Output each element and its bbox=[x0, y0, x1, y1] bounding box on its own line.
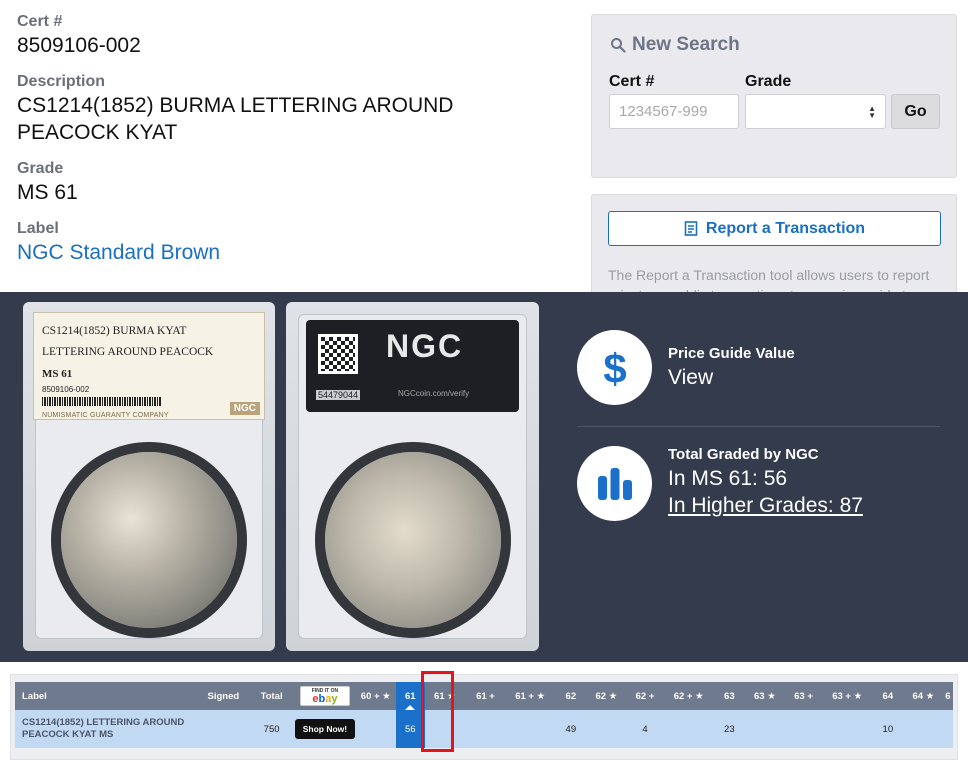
column-header: 62 + ★ bbox=[664, 682, 714, 710]
slab-back-number: 54479044 bbox=[316, 390, 361, 400]
column-header: Total bbox=[248, 682, 295, 710]
receipt-icon bbox=[684, 221, 698, 236]
in-grade-count: In MS 61: 56 bbox=[668, 467, 788, 490]
column-header: 61 + bbox=[465, 682, 506, 710]
grade-count-cell bbox=[505, 710, 555, 748]
column-header: 62 bbox=[554, 682, 588, 710]
slab-back-label: NGC 54479044 NGCcoin.com/verify bbox=[306, 320, 519, 412]
price-guide-circle: $ bbox=[577, 330, 652, 405]
column-header: 6 bbox=[942, 682, 953, 710]
ngc-logo-large: NGC bbox=[386, 328, 464, 364]
description-label: Description bbox=[17, 73, 106, 90]
cert-number-input[interactable] bbox=[609, 94, 739, 129]
population-table: Label Signed Total FIND IT ON ebay 60 + ★ 61 61… bbox=[15, 682, 953, 748]
row-signed bbox=[197, 710, 249, 748]
search-icon bbox=[611, 38, 626, 53]
barcode-icon bbox=[42, 397, 162, 406]
grade-count-cell bbox=[822, 710, 872, 748]
grade-count-cell bbox=[784, 710, 823, 748]
column-header: 62 + bbox=[625, 682, 665, 710]
slab-line-1: CS1214(1852) BURMA KYAT bbox=[42, 325, 187, 337]
column-header: 60 + ★ bbox=[355, 682, 397, 710]
ngc-logo-small: NGC bbox=[229, 402, 260, 415]
description-value: CS1214(1852) BURMA LETTERING AROUND PEAC… bbox=[17, 94, 454, 144]
peacock-coin-obverse bbox=[61, 452, 237, 628]
shop-cell: Shop Now! bbox=[294, 710, 356, 748]
grade-count-cell: 4 bbox=[625, 710, 665, 748]
grade-count-cell bbox=[904, 710, 943, 748]
report-transaction-button[interactable]: Report a Transaction bbox=[608, 211, 941, 246]
grade-label: Grade bbox=[17, 160, 64, 177]
stats-divider bbox=[577, 426, 940, 427]
grade-count-cell bbox=[745, 710, 785, 748]
column-header: 63 + bbox=[784, 682, 823, 710]
qr-code-icon bbox=[318, 334, 358, 374]
ebay-logo[interactable]: FIND IT ON ebay bbox=[294, 682, 356, 710]
price-guide-view-link[interactable]: View bbox=[668, 366, 713, 390]
grade-count-cell bbox=[664, 710, 714, 748]
search-grade-label: Grade bbox=[745, 73, 792, 90]
grade-select[interactable]: ▲ ▼ bbox=[745, 94, 886, 129]
coin-back-image[interactable]: NGC 54479044 NGCcoin.com/verify bbox=[286, 302, 539, 651]
grade-count-cell: 56 bbox=[396, 710, 425, 748]
population-report: Label Signed Total FIND IT ON ebay 60 + ★ 61 61… bbox=[10, 674, 958, 760]
dollar-icon: $ bbox=[603, 346, 626, 390]
grade-count-cell: 10 bbox=[871, 710, 905, 748]
column-header: 61 bbox=[396, 682, 425, 710]
total-graded-circle bbox=[577, 446, 652, 521]
svg-text:$: $ bbox=[603, 346, 626, 390]
new-search-title-text: New Search bbox=[632, 34, 740, 55]
row-description: CS1214(1852) LETTERING AROUND PEACOCK KY… bbox=[15, 710, 198, 748]
cert-number-value: 8509106-002 bbox=[17, 34, 141, 57]
column-header: 63 ★ bbox=[745, 682, 785, 710]
price-guide-title: Price Guide Value bbox=[668, 345, 795, 362]
select-arrows-icon: ▲ ▼ bbox=[868, 104, 876, 120]
coin-showcase-band: CS1214(1852) BURMA KYAT LETTERING AROUND… bbox=[0, 292, 968, 662]
column-header: Label bbox=[15, 682, 198, 710]
cert-details: Cert # 8509106-002 Description CS1214(18… bbox=[17, 12, 557, 279]
report-transaction-label: Report a Transaction bbox=[705, 219, 866, 237]
table-row: CS1214(1852) LETTERING AROUND PEACOCK KY… bbox=[15, 710, 953, 748]
label-value-link[interactable]: NGC Standard Brown bbox=[17, 239, 557, 266]
column-header: 61 + ★ bbox=[505, 682, 555, 710]
grade-value: MS 61 bbox=[17, 181, 78, 204]
slab-grade: MS 61 bbox=[42, 368, 73, 380]
slab-line-2: LETTERING AROUND PEACOCK bbox=[42, 346, 214, 358]
shop-now-button[interactable]: Shop Now! bbox=[294, 719, 356, 739]
bar-chart-icon bbox=[597, 467, 632, 500]
row-total: 750 bbox=[248, 710, 295, 748]
column-header: 64 ★ bbox=[904, 682, 943, 710]
grade-count-cell: 49 bbox=[554, 710, 588, 748]
slab-cert: 8509106-002 bbox=[42, 385, 90, 394]
coin-reverse bbox=[324, 452, 501, 628]
slab-company: NUMISMATIC GUARANTY COMPANY bbox=[42, 412, 169, 419]
cert-number-label: Cert # bbox=[17, 13, 63, 30]
grade-count-cell bbox=[424, 710, 466, 748]
label-label: Label bbox=[17, 220, 59, 237]
grade-count-cell bbox=[465, 710, 506, 748]
population-header-row: Label Signed Total FIND IT ON ebay 60 + ★ 61 61… bbox=[15, 682, 953, 710]
slab-verify-url: NGCcoin.com/verify bbox=[398, 389, 470, 398]
grade-count-cell bbox=[355, 710, 397, 748]
total-graded-title: Total Graded by NGC bbox=[668, 446, 819, 463]
new-search-panel: New Search Cert # Grade ▲▼ Go bbox=[591, 14, 957, 178]
grade-count-cell bbox=[587, 710, 626, 748]
go-button[interactable]: Go bbox=[891, 94, 940, 129]
coin-front-image[interactable]: CS1214(1852) BURMA KYAT LETTERING AROUND… bbox=[23, 302, 275, 651]
grade-count-cell bbox=[942, 710, 953, 748]
report-transaction-panel: Report a Transaction The Report a Transa… bbox=[591, 194, 957, 304]
higher-grades-link[interactable]: In Higher Grades: 87 bbox=[668, 494, 863, 518]
new-search-title: New Search bbox=[610, 34, 740, 56]
search-cert-label: Cert # bbox=[609, 73, 655, 90]
column-header: 63 bbox=[713, 682, 746, 710]
slab-front-label: CS1214(1852) BURMA KYAT LETTERING AROUND… bbox=[33, 312, 265, 420]
column-header: 64 bbox=[871, 682, 905, 710]
column-header: Signed bbox=[197, 682, 249, 710]
grade-count-cell: 23 bbox=[713, 710, 746, 748]
column-header: 62 ★ bbox=[587, 682, 626, 710]
column-header: 63 + ★ bbox=[822, 682, 872, 710]
column-header: 61 ★ bbox=[424, 682, 466, 710]
